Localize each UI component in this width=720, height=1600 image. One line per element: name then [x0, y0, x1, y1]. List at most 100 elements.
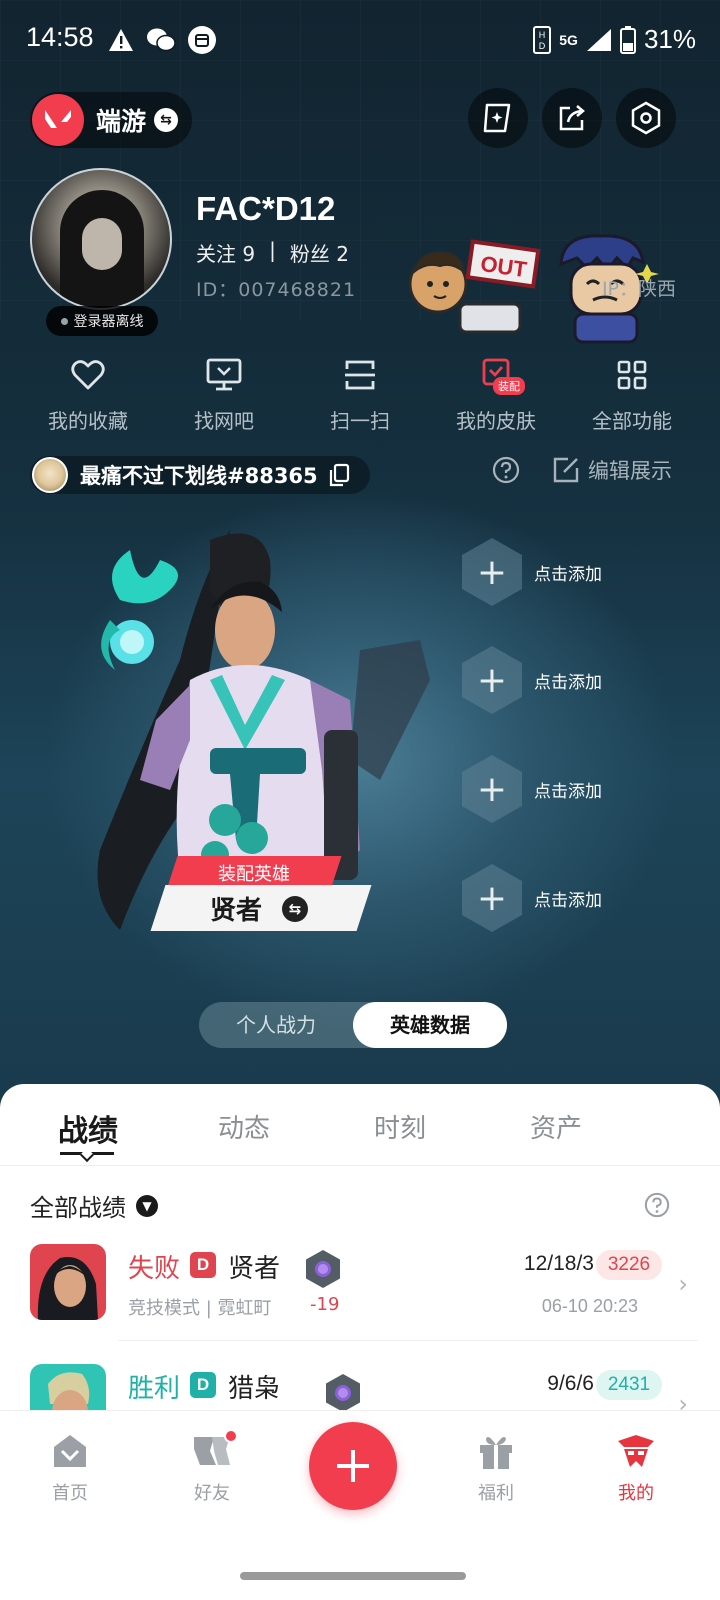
hd-icon: HD: [533, 25, 552, 54]
edit-card-icon: [483, 103, 511, 133]
notification-icons: [108, 26, 216, 54]
scan-icon: [343, 355, 377, 395]
slot-label: 点击添加: [534, 890, 602, 911]
match-meta: 竞技模式 | 霓虹町: [128, 1298, 272, 1319]
match-kda: 9/6/6: [547, 1372, 594, 1395]
monitor-icon: [206, 355, 242, 395]
nav-label: 好友: [194, 1483, 230, 1504]
slot-label: 点击添加: [534, 781, 602, 802]
filter-label: 全部战绩: [30, 1194, 126, 1222]
rank-delta: -19: [310, 1294, 340, 1315]
add-slot-3[interactable]: + 点击添加: [462, 755, 602, 823]
quick-action-all-features[interactable]: 全部功能: [564, 355, 700, 434]
plus-icon: +: [462, 538, 522, 606]
edit-display-label: 编辑展示: [588, 459, 672, 483]
match-score: 2431: [596, 1370, 662, 1400]
equipped-hero-tag: 装配英雄: [218, 864, 290, 885]
quick-action-scan[interactable]: 扫一扫: [292, 355, 428, 434]
out-sticker[interactable]: OUT: [400, 232, 545, 342]
tab-moments[interactable]: 时刻: [322, 1084, 478, 1165]
settings-button[interactable]: [616, 88, 676, 148]
heart-icon: [71, 355, 105, 395]
match-grade-badge: D: [190, 1252, 216, 1278]
offline-text: 登录器离线: [73, 314, 144, 330]
hero-name: 贤者: [210, 896, 263, 926]
launcher-status-badge: 登录器离线: [46, 306, 158, 336]
help-icon[interactable]: [492, 456, 520, 488]
stats-separator: |: [269, 238, 276, 262]
quick-action-my-skins[interactable]: 装配 我的皮肤: [428, 355, 564, 434]
gift-icon: [480, 1437, 512, 1469]
copy-icon[interactable]: [328, 463, 350, 487]
skin-icon: 装配: [479, 355, 525, 395]
add-slot-4[interactable]: + 点击添加: [462, 864, 602, 932]
share-icon: [559, 105, 585, 131]
quick-action-favorites[interactable]: 我的收藏: [20, 355, 156, 434]
hero-thumbnail: [30, 1244, 106, 1320]
ip-location: IP：陕西: [601, 278, 676, 300]
follow-stats: 关注 9 | 粉丝 2: [196, 238, 349, 267]
help-icon[interactable]: [644, 1192, 670, 1222]
tab-feed[interactable]: 动态: [166, 1084, 322, 1165]
me-icon: [618, 1435, 654, 1467]
edit-card-button[interactable]: [468, 88, 528, 148]
match-result: 胜利: [128, 1374, 181, 1404]
toggle-personal-power[interactable]: 个人战力: [199, 1002, 353, 1048]
add-slot-1[interactable]: + 点击添加: [462, 538, 602, 606]
nav-home[interactable]: 首页: [20, 1431, 120, 1505]
mode-switcher[interactable]: 端游 ⇆: [30, 92, 192, 148]
settings-hex-icon: [631, 101, 661, 135]
chevron-down-icon: ▼: [136, 1194, 158, 1217]
rank-icon: [306, 1250, 340, 1288]
quick-action-label: 我的皮肤: [456, 409, 536, 433]
battery-percent: 31%: [643, 24, 696, 54]
match-kda: 12/18/3: [523, 1252, 594, 1275]
plus-icon: +: [462, 646, 522, 714]
records-tabs: 战绩 动态 时刻 资产: [0, 1084, 720, 1166]
quick-action-find-netcafe[interactable]: 找网吧: [156, 355, 292, 434]
plus-icon: +: [462, 864, 522, 932]
match-hero: 猎枭: [228, 1374, 281, 1404]
nav-label: 首页: [52, 1483, 88, 1504]
nav-me[interactable]: 我的: [586, 1431, 686, 1505]
user-id: ID：007468821: [196, 279, 357, 301]
match-result: 失败: [128, 1254, 181, 1284]
records-filter[interactable]: 全部战绩 ▼: [30, 1188, 158, 1223]
tab-assets[interactable]: 资产: [478, 1084, 634, 1165]
player-title: 最痛不过下划线#88365: [80, 464, 318, 488]
divider: [118, 1340, 698, 1341]
calendar-icon: [188, 26, 216, 54]
nav-label: 我的: [618, 1483, 654, 1504]
nav-friends[interactable]: 好友: [162, 1429, 262, 1505]
following-count[interactable]: 关注 9: [196, 238, 255, 267]
player-title-pill[interactable]: 最痛不过下划线#88365: [30, 456, 370, 494]
status-time: 14:58: [26, 22, 94, 52]
home-indicator[interactable]: [240, 1572, 466, 1580]
signal-icon: [586, 28, 611, 51]
quick-action-label: 找网吧: [194, 409, 254, 433]
grid-icon: [616, 355, 648, 395]
valorant-logo-icon: [32, 94, 84, 146]
system-icons: HD 5G 31%: [533, 24, 696, 55]
edit-display-button[interactable]: 编辑展示: [552, 455, 672, 485]
swap-icon: ⇆: [154, 108, 179, 132]
rank-icon: [326, 1374, 360, 1412]
share-button[interactable]: [542, 88, 602, 148]
slot-label: 点击添加: [534, 564, 602, 585]
nav-label: 福利: [478, 1483, 514, 1504]
match-hero: 贤者: [228, 1254, 281, 1284]
svg-text:H: H: [539, 30, 546, 40]
create-post-button[interactable]: [309, 1422, 397, 1510]
wechat-icon: [147, 28, 176, 52]
add-slot-2[interactable]: + 点击添加: [462, 646, 602, 714]
match-row[interactable]: 失败 D 贤者 竞技模式 | 霓虹町 -19 12/18/3 3226 06-1…: [30, 1244, 698, 1344]
toggle-hero-data[interactable]: 英雄数据: [353, 1002, 507, 1048]
fans-count[interactable]: 粉丝 2: [290, 238, 349, 267]
network-label: 5G: [559, 31, 578, 48]
equip-badge: 装配: [493, 377, 525, 395]
match-score: 3226: [596, 1250, 662, 1280]
hero-swap-icon[interactable]: ⇆: [282, 896, 308, 922]
username: FAC*D12: [196, 190, 336, 227]
avatar[interactable]: [30, 168, 172, 310]
nav-rewards[interactable]: 福利: [446, 1431, 546, 1505]
